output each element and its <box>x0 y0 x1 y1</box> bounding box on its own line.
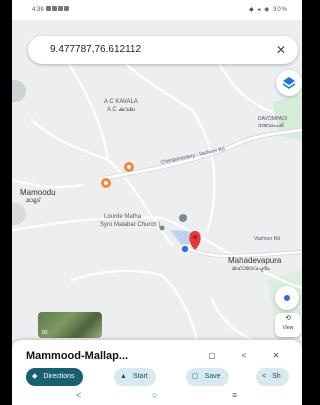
share-icon[interactable]: < <box>234 348 254 364</box>
place-ac-kavala: A C KAVALA <box>104 99 138 105</box>
system-nav-bar: < ○ ≡ <box>12 388 302 405</box>
status-right: ◆ ◂ ◉ 30% <box>249 7 288 13</box>
place-ac-kavala-ml: A C കവല <box>107 107 135 113</box>
share-button[interactable]: < Sh <box>256 368 289 386</box>
place-mahadevapuram: Mahadevapura <box>228 256 282 265</box>
poi-syro-malabar: Syro Malabar Church | <box>100 222 160 228</box>
notification-icons <box>46 6 70 13</box>
navigation-arrow-icon: ▲ <box>120 373 127 380</box>
close-icon[interactable]: ✕ <box>266 348 286 364</box>
thumbnail-label: 80 <box>42 330 48 336</box>
road-vazhoor: Vazhoor Rd <box>254 236 281 242</box>
directions-button[interactable]: ◆ Directions <box>26 368 83 386</box>
back-button[interactable]: < <box>76 390 81 400</box>
search-bar[interactable]: 9.477787,76.612112 ✕ <box>28 36 298 64</box>
view-button-label: View <box>282 325 294 331</box>
share-icon: < <box>262 373 267 380</box>
poi-lourde-matha: Lourde Matha <box>104 214 142 220</box>
close-icon[interactable]: ✕ <box>276 36 286 64</box>
directions-icon: ◆ <box>32 373 38 380</box>
place-davambadi: DAVOMPADI <box>258 116 288 122</box>
bookmark-icon[interactable]: ▢ <box>202 348 222 364</box>
bookmark-icon: ▢ <box>192 373 199 380</box>
place-mamoodu: Mamoodu <box>20 188 56 197</box>
place-davambadi-ml: ദാവോംപടി <box>258 123 284 129</box>
place-mahadevapuram-ml: മഹാദേവപുരം <box>232 266 270 272</box>
view-button[interactable]: ⟲ View <box>275 313 301 337</box>
save-button[interactable]: ▢ Save <box>186 368 229 386</box>
start-button[interactable]: ▲ Start <box>114 368 156 386</box>
action-row: ◆ Directions ▲ Start ▢ Save < Sh <box>26 368 302 386</box>
phone-screen: 4:39 ◆ ◂ ◉ 30% A C KAVALA A C കവല DAVOMP… <box>12 0 302 405</box>
place-title: Mammood-Mallap... <box>26 350 129 362</box>
my-location-button[interactable] <box>275 286 299 310</box>
user-location-dot <box>180 244 190 254</box>
map-canvas[interactable] <box>12 20 302 340</box>
status-time: 4:39 <box>32 7 44 13</box>
street-view-icon: ⟲ <box>285 315 291 322</box>
photo-thumbnail[interactable]: 80 <box>38 312 102 338</box>
recents-button[interactable]: ≡ <box>232 390 237 400</box>
status-bar: 4:39 ◆ ◂ ◉ 30% <box>12 0 302 20</box>
place-mamoodu-ml: മാമൂട് <box>26 198 41 204</box>
layers-button[interactable] <box>276 70 302 96</box>
poi-church-marker <box>179 214 187 222</box>
layers-icon <box>282 77 296 89</box>
search-input[interactable]: 9.477787,76.612112 <box>50 36 141 64</box>
home-button[interactable]: ○ <box>152 390 157 400</box>
